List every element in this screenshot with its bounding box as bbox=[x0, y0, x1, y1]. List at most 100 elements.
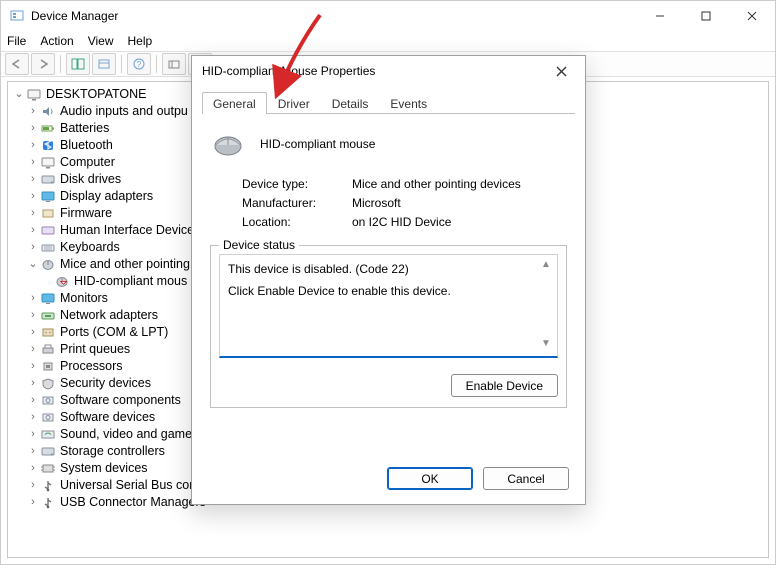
app-icon bbox=[9, 8, 25, 24]
chip-icon bbox=[40, 462, 56, 475]
close-button[interactable] bbox=[729, 1, 775, 31]
tool-back-button[interactable] bbox=[5, 53, 29, 75]
expander-icon[interactable]: › bbox=[26, 222, 40, 239]
expander-icon[interactable]: › bbox=[26, 409, 40, 426]
tool-show-hide-button[interactable] bbox=[66, 53, 90, 75]
tree-node-label: Software components bbox=[60, 392, 181, 409]
tree-node-label: Software devices bbox=[60, 409, 155, 426]
mouse-icon bbox=[40, 258, 56, 271]
tree-node-label: Sound, video and game bbox=[60, 426, 192, 443]
tool-help-button[interactable]: ? bbox=[127, 53, 151, 75]
label-location: Location: bbox=[242, 215, 352, 229]
expander-icon[interactable]: › bbox=[26, 137, 40, 154]
menu-file[interactable]: File bbox=[7, 34, 26, 48]
menu-help[interactable]: Help bbox=[128, 34, 153, 48]
device-status-legend: Device status bbox=[219, 238, 299, 252]
fw-icon bbox=[40, 207, 56, 220]
expander-icon[interactable]: › bbox=[26, 171, 40, 188]
expander-icon[interactable]: › bbox=[26, 103, 40, 120]
expander-icon[interactable]: › bbox=[26, 239, 40, 256]
dialog-close-button[interactable] bbox=[539, 57, 583, 85]
cpu-icon bbox=[40, 360, 56, 373]
value-device-type: Mice and other pointing devices bbox=[352, 177, 567, 191]
computer-icon bbox=[26, 88, 42, 101]
disk-icon bbox=[40, 445, 56, 458]
tool-scan-button[interactable] bbox=[162, 53, 186, 75]
tree-root-label: DESKTOPATONE bbox=[46, 86, 147, 103]
tree-node-label: Bluetooth bbox=[60, 137, 113, 154]
label-manufacturer: Manufacturer: bbox=[242, 196, 352, 210]
tab-driver[interactable]: Driver bbox=[267, 92, 321, 114]
expander-icon[interactable]: › bbox=[26, 426, 40, 443]
tree-node-label: Keyboards bbox=[60, 239, 120, 256]
usb-icon bbox=[40, 496, 56, 509]
window-title: Device Manager bbox=[31, 9, 118, 23]
expander-icon[interactable]: › bbox=[26, 120, 40, 137]
expander-icon[interactable]: › bbox=[26, 307, 40, 324]
tree-node-label: Universal Serial Bus cont bbox=[60, 477, 200, 494]
monitor-icon bbox=[40, 190, 56, 203]
expander-icon[interactable]: › bbox=[26, 154, 40, 171]
expander-icon[interactable]: › bbox=[26, 324, 40, 341]
tab-general[interactable]: General bbox=[202, 92, 267, 114]
properties-dialog: HID-compliant Mouse Properties General D… bbox=[191, 55, 586, 505]
printer-icon bbox=[40, 343, 56, 356]
menu-bar: File Action View Help bbox=[1, 31, 775, 51]
disk-icon bbox=[40, 173, 56, 186]
cancel-button[interactable]: Cancel bbox=[483, 467, 569, 490]
tree-node-label: Print queues bbox=[60, 341, 130, 358]
maximize-button[interactable] bbox=[683, 1, 729, 31]
tree-node-label: Computer bbox=[60, 154, 115, 171]
tree-node-label: Disk drives bbox=[60, 171, 121, 188]
expander-icon[interactable]: › bbox=[26, 341, 40, 358]
sw-icon bbox=[40, 411, 56, 424]
dialog-body: HID-compliant mouse Device type:Mice and… bbox=[192, 115, 585, 414]
expander-icon[interactable]: › bbox=[26, 188, 40, 205]
expander-icon[interactable]: › bbox=[26, 358, 40, 375]
tree-node-label: Display adapters bbox=[60, 188, 153, 205]
sw-icon bbox=[40, 394, 56, 407]
net-icon bbox=[40, 309, 56, 322]
tool-forward-button[interactable] bbox=[31, 53, 55, 75]
tree-node-label: Audio inputs and outpu bbox=[60, 103, 188, 120]
expander-icon[interactable]: ⌄ bbox=[26, 256, 40, 273]
menu-action[interactable]: Action bbox=[40, 34, 73, 48]
dialog-title: HID-compliant Mouse Properties bbox=[202, 64, 375, 78]
tree-node-label: Network adapters bbox=[60, 307, 158, 324]
window-titlebar[interactable]: Device Manager bbox=[1, 1, 775, 31]
expander-icon[interactable]: › bbox=[26, 392, 40, 409]
mouse-warn-icon bbox=[54, 275, 70, 288]
svg-text:?: ? bbox=[137, 60, 142, 69]
expander-icon[interactable]: ⌄ bbox=[12, 86, 26, 103]
value-location: on I2C HID Device bbox=[352, 215, 567, 229]
expander-icon[interactable]: › bbox=[26, 205, 40, 222]
tool-properties-button[interactable] bbox=[92, 53, 116, 75]
ok-button[interactable]: OK bbox=[387, 467, 473, 490]
tree-node-label: Firmware bbox=[60, 205, 112, 222]
tree-node-label: Security devices bbox=[60, 375, 151, 392]
expander-icon[interactable]: › bbox=[26, 494, 40, 511]
status-line-1: This device is disabled. (Code 22) bbox=[228, 261, 549, 277]
mouse-icon bbox=[210, 129, 246, 159]
shield-icon bbox=[40, 377, 56, 390]
label-device-type: Device type: bbox=[242, 177, 352, 191]
expander-icon[interactable]: › bbox=[26, 290, 40, 307]
hid-icon bbox=[40, 224, 56, 237]
menu-view[interactable]: View bbox=[88, 34, 114, 48]
tree-node-label: Batteries bbox=[60, 120, 109, 137]
port-icon bbox=[40, 326, 56, 339]
tab-details[interactable]: Details bbox=[321, 92, 380, 114]
dialog-titlebar[interactable]: HID-compliant Mouse Properties bbox=[192, 56, 585, 86]
minimize-button[interactable] bbox=[637, 1, 683, 31]
expander-icon[interactable]: › bbox=[26, 477, 40, 494]
tab-events[interactable]: Events bbox=[379, 92, 438, 114]
status-scrollbar[interactable]: ▲▼ bbox=[541, 257, 555, 352]
expander-icon[interactable]: › bbox=[26, 375, 40, 392]
expander-icon[interactable]: › bbox=[26, 460, 40, 477]
dialog-tabs: General Driver Details Events bbox=[192, 86, 585, 114]
expander-icon[interactable]: › bbox=[26, 443, 40, 460]
enable-device-button[interactable]: Enable Device bbox=[451, 374, 558, 397]
computer-icon bbox=[40, 156, 56, 169]
device-status-text: This device is disabled. (Code 22) Click… bbox=[219, 254, 558, 358]
kb-icon bbox=[40, 241, 56, 254]
